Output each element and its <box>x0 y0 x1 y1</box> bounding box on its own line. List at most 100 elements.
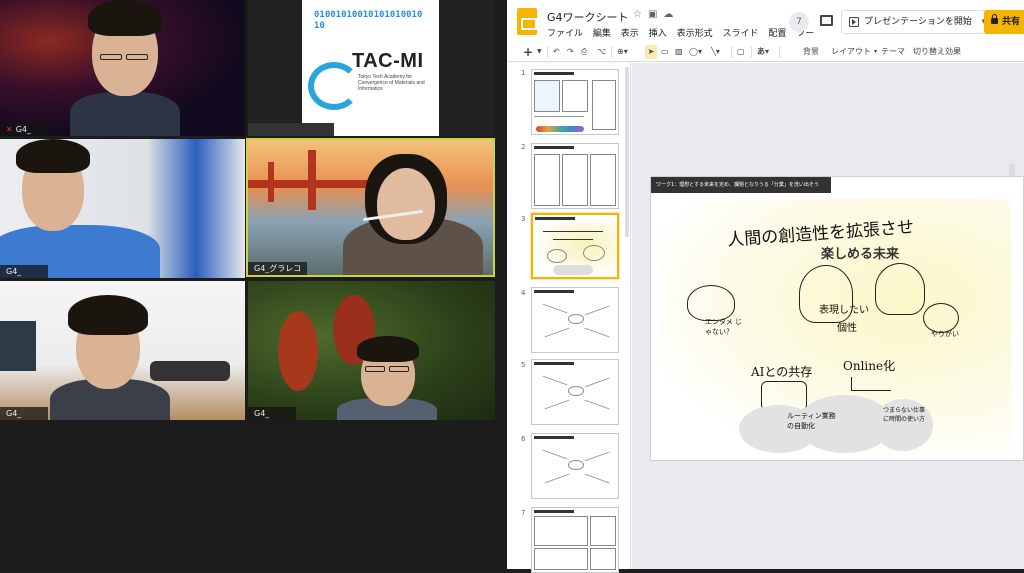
sketch-online-label: Online化 <box>843 359 896 373</box>
lock-icon <box>991 14 998 24</box>
toolbar-divider <box>731 46 732 58</box>
menu-arrange[interactable]: 配置 <box>768 29 786 39</box>
participant-video-tile[interactable]: G4_ <box>0 139 245 278</box>
toolbar-divider <box>547 46 548 58</box>
video-conference-panel: ✕ G4_ 0100101001010101001010 TAC-MI Tokyo… <box>0 0 507 569</box>
sketch-figure <box>799 265 853 323</box>
participant-figure <box>0 139 170 278</box>
cacao-pod-icon <box>278 311 318 391</box>
bridge-tower <box>268 162 274 202</box>
present-icon <box>849 17 859 27</box>
sketch-figure <box>875 263 925 315</box>
toolbar-divider <box>751 46 752 58</box>
slides-logo-icon[interactable] <box>517 8 537 35</box>
slide-number: 4 <box>521 289 526 297</box>
participant-figure <box>50 291 170 420</box>
participant-name-label: G4_グラレコ <box>248 262 308 275</box>
menu-insert[interactable]: 挿入 <box>649 29 667 39</box>
undo-icon[interactable]: ↶ <box>553 45 560 59</box>
sketch-figure <box>923 303 959 333</box>
participant-name-label: G4_ <box>0 407 48 420</box>
print-icon[interactable]: ⎙ <box>581 45 587 59</box>
cloud-icon[interactable]: ☁ <box>663 9 679 20</box>
slide-number: 5 <box>521 361 526 369</box>
formatting-toolbar: + ▼ ↶ ↷ ⎙ ⌥ ⊕▾ ➤ ▭ ▨ ◯▾ ╲▾ ▢ あ▾ 背景 レイアウト… <box>507 42 1024 62</box>
slide-thumbnail[interactable] <box>531 69 619 135</box>
participant-name-label: ✕ G4_ <box>0 123 48 136</box>
share-button-label: 共有 <box>1002 17 1021 27</box>
menu-file[interactable]: ファイル <box>547 29 583 39</box>
logo-tagline: Tokyo Tech Academy for Convergence of Ma… <box>358 74 425 92</box>
menu-slide[interactable]: スライド <box>722 29 758 39</box>
sketch-headline-2: 楽しめる未来 <box>821 247 900 262</box>
select-cursor-icon[interactable]: ➤ <box>645 45 657 59</box>
slide-editing-canvas[interactable]: ワーク1：理想とする未来を定め、課題となりうる「分業」を洗い出そう 人間の創造性… <box>632 63 1024 569</box>
theme-button[interactable]: テーマ <box>881 45 905 59</box>
transition-button[interactable]: 切り替え効果 <box>913 45 961 59</box>
participant-video-tile[interactable]: G4_ <box>248 281 495 420</box>
sketch-figure <box>687 285 735 321</box>
image-icon[interactable]: ▨ <box>675 45 683 59</box>
slide-thumbnail[interactable] <box>531 359 619 425</box>
participant-video-tile[interactable]: ✕ G4_ <box>0 0 245 136</box>
participant-name-label <box>248 123 334 136</box>
document-title[interactable]: G4ワークシート <box>547 9 629 25</box>
slide-number: 3 <box>521 215 526 223</box>
graphic-recording-image[interactable]: 人間の創造性を拡張させ 楽しめる未来 エンタメ じゃない？ 表現したい 個性 A… <box>661 199 1011 454</box>
folder-icon[interactable]: ▣ <box>648 9 663 20</box>
slide-number: 6 <box>521 435 526 443</box>
participant-name-label: G4_ <box>248 407 296 420</box>
layout-button[interactable]: レイアウト <box>831 45 871 59</box>
room-window <box>0 321 36 371</box>
slide-title[interactable]: ワーク1：理想とする未来を定め、課題となりうる「分業」を洗い出そう <box>651 177 831 193</box>
menu-edit[interactable]: 編集 <box>593 29 611 39</box>
participant-video-tile-logo[interactable]: 0100101001010101001010 TAC-MI Tokyo Tech… <box>302 0 439 136</box>
sketch-routine-label: ルーティン業務の自動化 <box>787 412 836 430</box>
video-tile-gap <box>248 0 302 136</box>
shape-icon[interactable]: ◯▾ <box>689 45 702 59</box>
slide-thumbnail[interactable] <box>531 507 619 573</box>
toolbar-divider <box>779 46 780 58</box>
sketch-free-time-label: つまらない仕事に時間の使い方 <box>883 407 926 423</box>
slide-thumbnail[interactable] <box>531 287 619 353</box>
star-icon[interactable]: ☆ <box>633 9 648 20</box>
zoom-icon[interactable]: ⊕▾ <box>617 45 628 59</box>
comment-icon[interactable] <box>820 15 833 26</box>
line-icon[interactable]: ╲▾ <box>711 45 720 59</box>
slide-thumbnail[interactable] <box>531 433 619 499</box>
input-tools-icon[interactable]: あ▾ <box>757 45 769 59</box>
filmstrip-scrollbar[interactable] <box>625 67 629 237</box>
participant-video-tile-active-speaker[interactable]: G4_グラレコ <box>246 138 495 277</box>
text-box-icon[interactable]: ▭ <box>661 45 669 59</box>
menu-format[interactable]: 表示形式 <box>677 29 713 39</box>
present-button[interactable]: プレゼンテーションを開始 <box>841 10 979 34</box>
bridge-tower <box>308 150 316 210</box>
slide-number: 2 <box>521 143 526 151</box>
background-button[interactable]: 背景 <box>803 45 819 59</box>
participant-figure <box>70 0 180 136</box>
add-comment-icon[interactable]: ▢ <box>737 45 745 59</box>
participant-name-label: G4_ <box>0 265 48 278</box>
app-header: G4ワークシート ☆▣☁ ファイル 編集 表示 挿入 表示形式 スライド 配置 … <box>507 0 1024 42</box>
paint-format-icon[interactable]: ⌥ <box>597 45 606 59</box>
google-slides-window: G4ワークシート ☆▣☁ ファイル 編集 表示 挿入 表示形式 スライド 配置 … <box>507 0 1024 573</box>
slide-thumbnail-active[interactable] <box>531 213 619 279</box>
participant-video-tile[interactable]: G4_ <box>0 281 245 420</box>
share-button[interactable]: 共有 <box>984 10 1024 34</box>
toolbar-divider <box>611 46 612 58</box>
menu-view[interactable]: 表示 <box>621 29 639 39</box>
new-slide-button[interactable]: + <box>523 45 533 59</box>
slide-thumbnail[interactable] <box>531 143 619 209</box>
layout-chevron-down-icon[interactable]: ▾ <box>874 45 877 59</box>
slide-number: 1 <box>521 69 526 77</box>
participant-figure <box>343 154 483 275</box>
activity-count-badge[interactable]: 7 <box>789 12 809 32</box>
sketch-network-diagram <box>851 377 891 391</box>
new-slide-chevron-down-icon[interactable]: ▼ <box>537 45 542 59</box>
empty-video-area <box>0 420 507 569</box>
present-button-label: プレゼンテーションを開始 <box>864 17 972 27</box>
muted-mic-icon: ✕ <box>6 125 13 134</box>
redo-icon[interactable]: ↷ <box>567 45 574 59</box>
title-actions: ☆▣☁ <box>633 9 679 20</box>
current-slide[interactable]: ワーク1：理想とする未来を定め、課題となりうる「分業」を洗い出そう 人間の創造性… <box>650 176 1024 461</box>
